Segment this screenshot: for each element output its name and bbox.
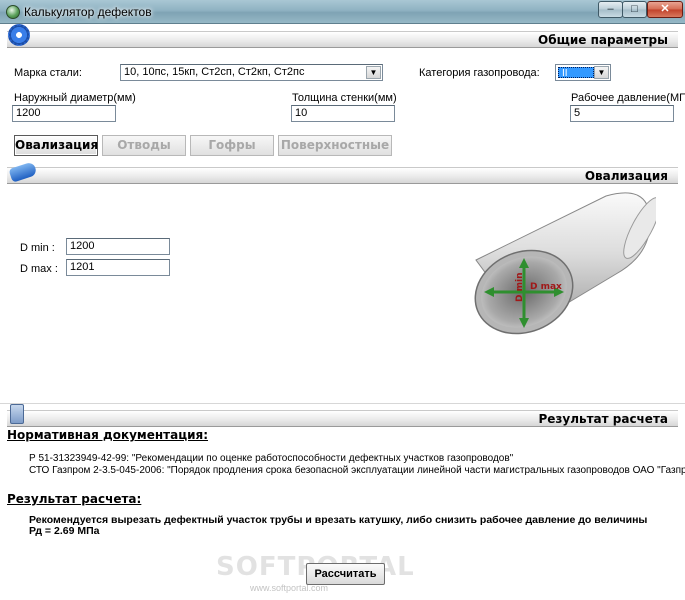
general-params-header: Общие параметры bbox=[7, 31, 678, 48]
wall-thickness-label: Толщина стенки(мм) bbox=[292, 92, 397, 104]
pipeline-category-select[interactable]: II ▼ bbox=[555, 64, 611, 81]
dmin-input[interactable]: 1200 bbox=[66, 238, 170, 255]
watermark-url: www.softportal.com bbox=[250, 583, 329, 593]
pipe-diagram: D min D max bbox=[474, 192, 656, 335]
tab-ovalization[interactable]: Овализация bbox=[14, 135, 98, 156]
steel-grade-select[interactable]: 10, 10пс, 15кп, Ст2сп, Ст2кп, Ст2пс ▼ bbox=[120, 64, 383, 81]
app-icon bbox=[6, 5, 20, 19]
normative-docs-title: Нормативная документация: bbox=[7, 428, 209, 442]
steel-grade-label: Марка стали: bbox=[14, 67, 82, 79]
dmax-input[interactable]: 1201 bbox=[66, 259, 170, 276]
result-pressure: Рд = 2.69 МПа bbox=[29, 525, 100, 537]
result-header: Результат расчета bbox=[7, 410, 678, 427]
doc-item: СТО Газпром 2-3.5-045-2006: "Порядок про… bbox=[29, 465, 685, 476]
tab-surface[interactable]: Поверхностные bbox=[278, 135, 392, 156]
ovalization-header: Овализация bbox=[7, 167, 678, 184]
wall-thickness-input[interactable]: 10 bbox=[291, 105, 395, 122]
minimize-button[interactable]: – bbox=[598, 1, 623, 18]
gear-icon bbox=[8, 24, 30, 46]
result-title: Результат расчета: bbox=[7, 492, 142, 506]
tab-bends[interactable]: Отводы bbox=[102, 135, 186, 156]
pipeline-category-value: II bbox=[558, 67, 594, 79]
pipeline-category-label: Категория газопровода: bbox=[419, 67, 540, 79]
diagram-dmax-label: D max bbox=[530, 282, 562, 292]
divider bbox=[0, 403, 685, 404]
chevron-down-icon[interactable]: ▼ bbox=[594, 66, 609, 79]
calculate-button[interactable]: Рассчитать bbox=[306, 563, 385, 585]
title-bar[interactable]: Калькулятор дефектов – □ ✕ bbox=[0, 0, 685, 24]
outer-diameter-input[interactable]: 1200 bbox=[12, 105, 116, 122]
doc-item: Р 51-31323949-42-99: "Рекомендации по оц… bbox=[29, 453, 514, 464]
dmin-label: D min : bbox=[20, 242, 55, 254]
maximize-button[interactable]: □ bbox=[622, 1, 647, 18]
working-pressure-input[interactable]: 5 bbox=[570, 105, 674, 122]
window-title: Калькулятор дефектов bbox=[24, 5, 152, 19]
working-pressure-label: Рабочее давление(МПа) bbox=[571, 92, 685, 104]
calculator-icon bbox=[10, 404, 24, 424]
close-button[interactable]: ✕ bbox=[647, 1, 683, 18]
result-line: Рекомендуется вырезать дефектный участок… bbox=[29, 514, 648, 526]
tab-corrugations[interactable]: Гофры bbox=[190, 135, 274, 156]
steel-grade-value: 10, 10пс, 15кп, Ст2сп, Ст2кп, Ст2пс bbox=[124, 66, 305, 78]
chevron-down-icon[interactable]: ▼ bbox=[366, 66, 381, 79]
outer-diameter-label: Наружный диаметр(мм) bbox=[14, 92, 136, 104]
dmax-label: D max : bbox=[20, 263, 58, 275]
diagram-dmin-label: D min bbox=[515, 273, 525, 302]
